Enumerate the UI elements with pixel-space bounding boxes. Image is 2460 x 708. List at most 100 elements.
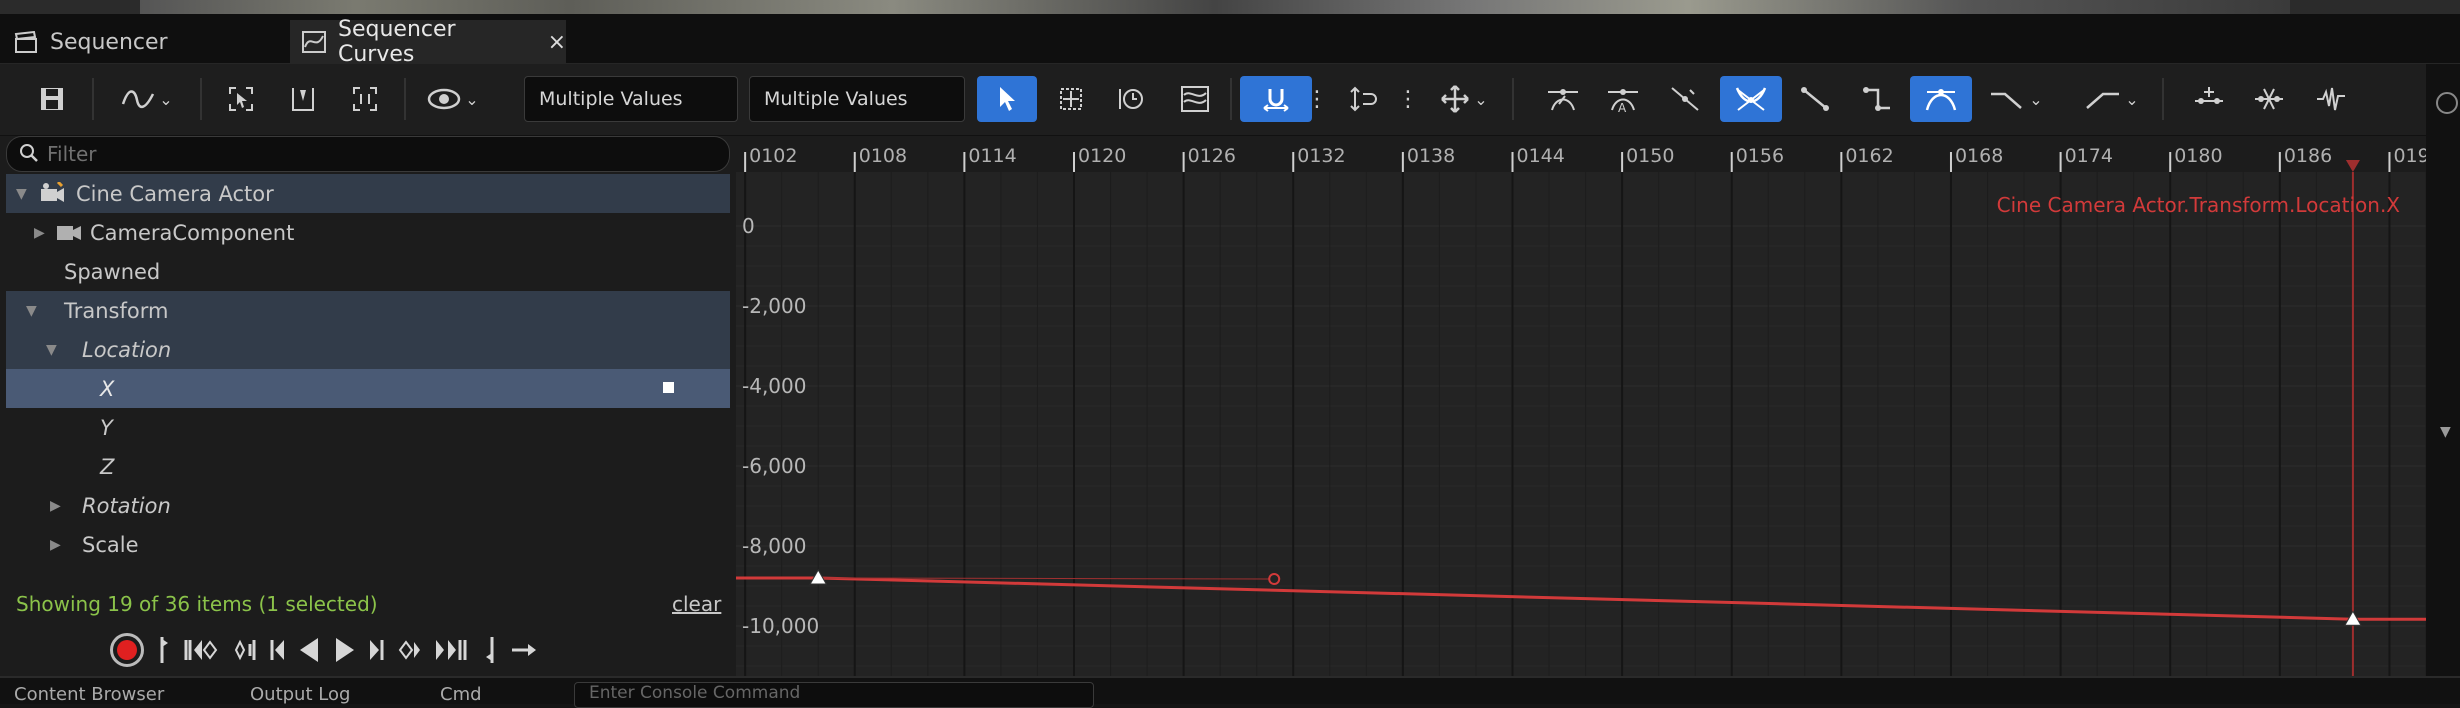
- snap-button[interactable]: [1240, 76, 1312, 122]
- pre-infinity-icon: [1991, 92, 2023, 109]
- expanded-arrow-icon[interactable]: ▼: [46, 342, 57, 358]
- value-field-time[interactable]: Multiple Values: [524, 76, 738, 122]
- step-back-frame-button[interactable]: [270, 628, 284, 672]
- retime-icon: [1119, 89, 1143, 109]
- step-forward-frame-button[interactable]: [370, 628, 384, 672]
- add-key-button[interactable]: [2188, 76, 2230, 122]
- post-infinity-button[interactable]: ⌄: [2078, 76, 2146, 122]
- collapsed-arrow-icon[interactable]: ▶: [34, 225, 45, 241]
- console-command-input[interactable]: Enter Console Command: [574, 682, 1094, 708]
- transform-button[interactable]: [1050, 76, 1092, 122]
- tab-cmd[interactable]: Cmd: [440, 682, 482, 706]
- straighten-tangent-button[interactable]: [1662, 76, 1708, 122]
- select-pointer-button[interactable]: [977, 76, 1037, 122]
- curve-editor-icon: [302, 31, 326, 53]
- post-infinity-icon: [2086, 92, 2120, 109]
- tree-row-label: X: [100, 376, 115, 401]
- loop-button[interactable]: [510, 628, 538, 672]
- bake-button[interactable]: [2310, 76, 2352, 122]
- curve-name-label: Cine Camera Actor.Transform.Location.X: [1997, 193, 2401, 217]
- user-tangent-button[interactable]: [1910, 76, 1972, 122]
- right-scrollbar[interactable]: ▼: [2426, 64, 2460, 676]
- tab-content-browser[interactable]: Content Browser: [14, 682, 164, 706]
- search-icon: [20, 144, 38, 162]
- tree-row-location-y[interactable]: Y: [6, 408, 730, 447]
- options-button[interactable]: ⋮: [1397, 76, 1419, 122]
- multi-curve-button[interactable]: [1174, 76, 1216, 122]
- frame-label: 0174: [2065, 145, 2113, 167]
- tree-row-location-x[interactable]: X: [6, 369, 730, 408]
- frame-label: 0102: [749, 145, 797, 167]
- play-icon: [336, 638, 354, 662]
- save-button[interactable]: [30, 76, 74, 122]
- frame-all-button[interactable]: [344, 76, 386, 122]
- tree-row-transform[interactable]: ▼ Transform: [6, 291, 730, 330]
- select-frame-button[interactable]: [220, 76, 262, 122]
- curve-graph[interactable]: 0102 0108 0114 0120 0126 0132 0138 0144 0150 0156…: [736, 136, 2426, 676]
- tree-row-location[interactable]: ▼ Location: [6, 330, 730, 369]
- tree-row-label: Spawned: [64, 259, 161, 284]
- retime-button[interactable]: [1110, 76, 1152, 122]
- visibility-button[interactable]: ⌄: [420, 76, 486, 122]
- tree-row-location-z[interactable]: Z: [6, 447, 730, 486]
- tree-row-label: Z: [100, 454, 115, 479]
- frame-label: 0144: [1516, 145, 1564, 167]
- tab-output-log-label: Output Log: [250, 683, 351, 705]
- filter-input[interactable]: Filter: [6, 136, 730, 172]
- play-button[interactable]: [334, 628, 356, 672]
- move-tool-button[interactable]: ⌄: [1432, 76, 1496, 122]
- tree-row-camera-component[interactable]: ▶ CameraComponent: [6, 213, 730, 252]
- linear-button[interactable]: [1792, 76, 1838, 122]
- value-axis-label: -8,000: [742, 534, 806, 558]
- delete-key-button[interactable]: [2248, 76, 2290, 122]
- tab-sequencer-curves[interactable]: Sequencer Curves ×: [290, 17, 566, 67]
- tab-sequencer-label: Sequencer: [50, 29, 168, 55]
- tree-row-label: Location: [82, 337, 172, 362]
- record-button[interactable]: [110, 628, 144, 672]
- expanded-arrow-icon[interactable]: ▼: [26, 303, 37, 319]
- bake-icon: [2317, 87, 2345, 111]
- expanded-arrow-icon[interactable]: ▼: [16, 186, 27, 202]
- curve-view-icon: [122, 90, 155, 108]
- add-key-icon: [2195, 87, 2223, 104]
- tree-row-rotation[interactable]: ▶ Rotation: [6, 486, 730, 525]
- end-marker-button[interactable]: [484, 628, 496, 672]
- curve-graph-svg[interactable]: 0102 0108 0114 0120 0126 0132 0138 0144 0150 0156…: [736, 136, 2426, 676]
- normalize-button[interactable]: [1342, 76, 1384, 122]
- tangent-handle: [1268, 573, 1281, 585]
- tab-output-log[interactable]: Output Log: [250, 682, 350, 706]
- play-reverse-button[interactable]: [298, 628, 320, 672]
- tree-row-spawned[interactable]: Spawned: [6, 252, 730, 291]
- curve-view-button[interactable]: ⌄: [112, 76, 182, 122]
- item-count-status: Showing 19 of 36 items (1 selected): [16, 592, 378, 616]
- value-axis-label: 0: [742, 214, 755, 238]
- auto-tangent-button[interactable]: A: [1600, 76, 1646, 122]
- pre-infinity-button[interactable]: ⌄: [1982, 76, 2050, 122]
- value-field-value[interactable]: Multiple Values: [749, 76, 965, 122]
- tree-row-scale[interactable]: ▶ Scale: [6, 525, 730, 564]
- constant-button[interactable]: [1854, 76, 1900, 122]
- collapsed-arrow-icon[interactable]: ▶: [50, 498, 61, 514]
- end-marker-icon: [486, 637, 494, 663]
- prev-key-button[interactable]: [234, 628, 256, 672]
- scroll-down-icon[interactable]: ▼: [2440, 424, 2451, 440]
- jump-to-end-button[interactable]: [434, 628, 470, 672]
- snap-options-button[interactable]: ⋮: [1306, 76, 1328, 122]
- record-icon: [110, 633, 144, 667]
- clear-filter-link[interactable]: clear: [672, 592, 721, 616]
- jump-to-start-button[interactable]: [158, 628, 170, 672]
- tree-row-cine-camera-actor[interactable]: ▼ Cine Camera Actor: [6, 174, 730, 213]
- focus-button[interactable]: [282, 76, 324, 122]
- more-icon: ⋮: [1306, 86, 1328, 112]
- tab-sequencer[interactable]: Sequencer: [14, 20, 279, 64]
- close-icon[interactable]: ×: [548, 30, 566, 55]
- tree-row-label: Scale: [82, 532, 139, 557]
- collapsed-arrow-icon[interactable]: ▶: [50, 537, 61, 553]
- frame-label: 0126: [1188, 145, 1236, 167]
- flatten-tangents-button[interactable]: [1540, 76, 1586, 122]
- next-key-button[interactable]: [398, 628, 420, 672]
- smart-auto-tangent-button[interactable]: [1720, 76, 1782, 122]
- snap-magnet-icon: [1263, 89, 1289, 112]
- frame-all-icon: [353, 87, 377, 111]
- step-back-key-button[interactable]: [184, 628, 220, 672]
